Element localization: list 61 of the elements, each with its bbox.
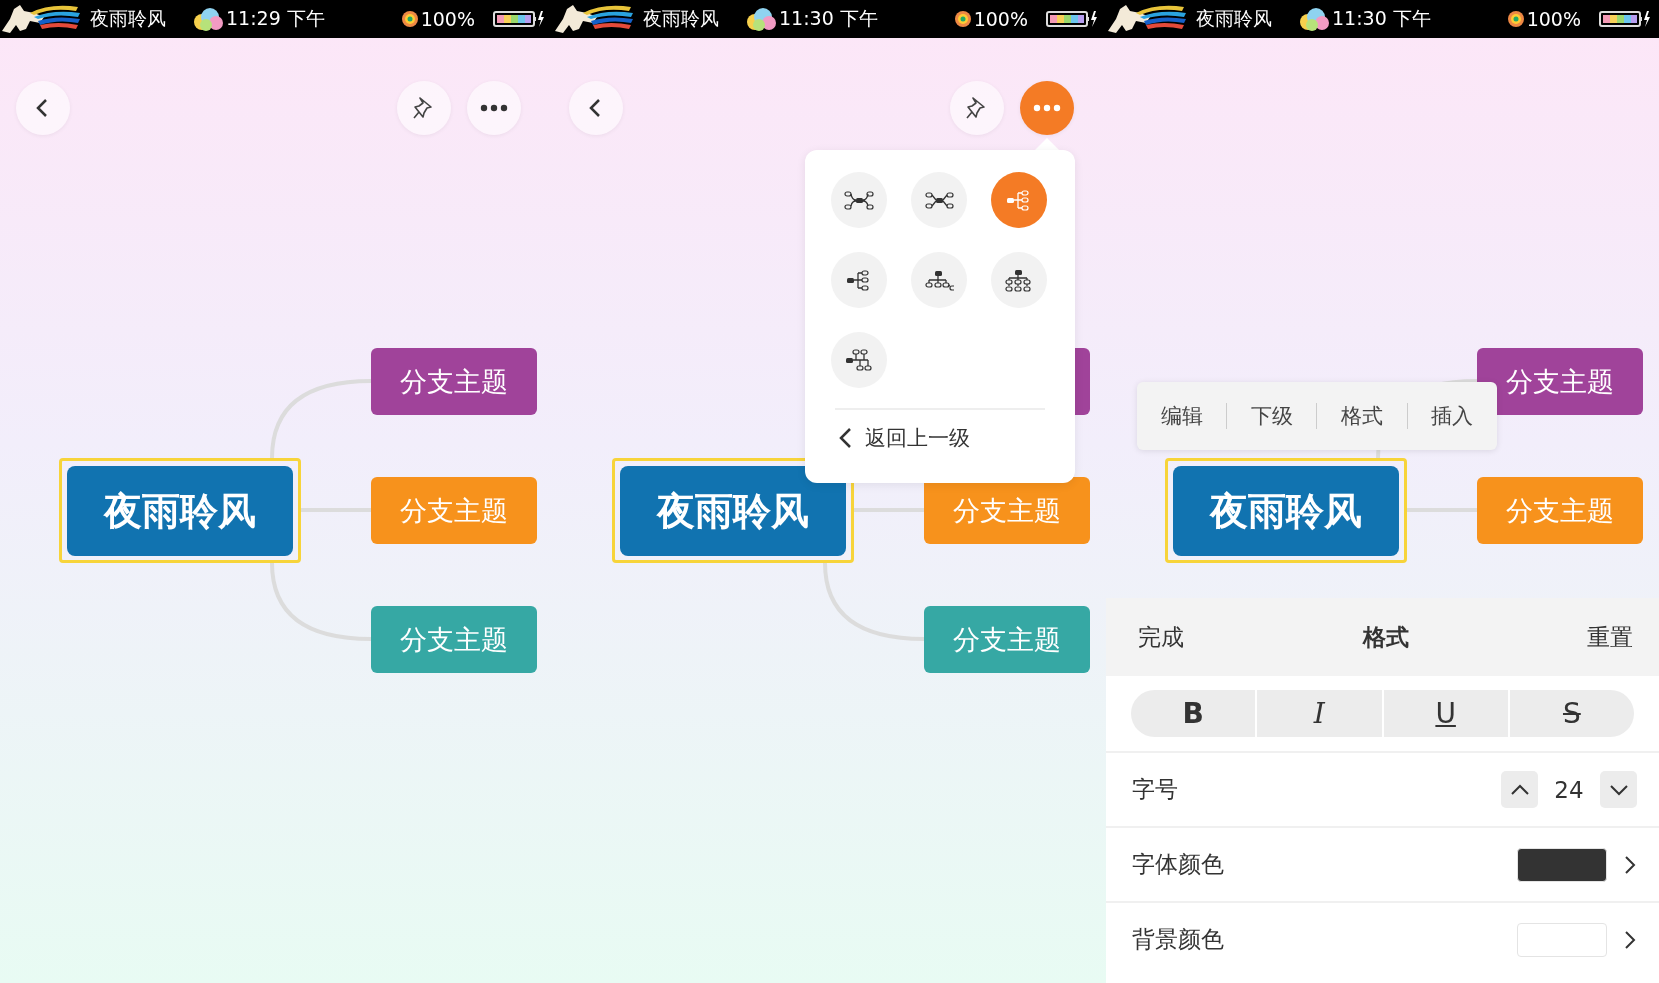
battery-percent: 100% <box>1526 8 1581 30</box>
carrier-name: 夜雨聆风 <box>90 6 166 31</box>
strike-button[interactable]: S <box>1509 690 1634 737</box>
root-topic[interactable]: 夜雨聆风 <box>67 466 293 556</box>
more-icon <box>480 104 508 112</box>
branch-topic[interactable]: 分支主题 <box>371 348 537 415</box>
layout-option[interactable] <box>911 252 967 308</box>
bold-button[interactable]: B <box>1131 690 1256 737</box>
chevron-right-icon[interactable] <box>1623 928 1637 951</box>
clock-time: 11:29 下午 <box>226 6 325 31</box>
battery-icon <box>1599 9 1651 29</box>
menu-item[interactable]: 格式 <box>1333 398 1392 434</box>
chevron-right-icon[interactable] <box>1623 853 1637 876</box>
pin-button[interactable] <box>950 81 1004 135</box>
font-color-label: 字体颜色 <box>1132 850 1225 879</box>
battery-percent: 100% <box>973 8 1028 30</box>
root-topic[interactable]: 夜雨聆风 <box>620 466 846 556</box>
reset-button[interactable]: 重置 <box>1581 617 1639 657</box>
chevron-left-icon <box>837 426 853 450</box>
battery-icon <box>1046 9 1098 29</box>
layout-diagram-icon <box>844 188 874 212</box>
battery-percent: 100% <box>420 8 475 30</box>
chevron-down-icon <box>1608 783 1629 796</box>
underline-button[interactable]: U <box>1383 690 1508 737</box>
layout-option[interactable] <box>911 172 967 228</box>
color-swatch[interactable] <box>1517 847 1607 882</box>
layout-option[interactable] <box>831 252 887 308</box>
more-button[interactable] <box>467 81 521 135</box>
font-size-value: 24 <box>1553 776 1585 803</box>
pin-button[interactable] <box>397 81 451 135</box>
done-button[interactable]: 完成 <box>1132 617 1190 657</box>
layout-diagram-icon <box>844 348 874 372</box>
background-color-label: 背景颜色 <box>1132 925 1225 954</box>
panel-title: 格式 <box>1362 622 1409 652</box>
carrier-name: 夜雨聆风 <box>643 6 719 31</box>
chevron-up-icon <box>1509 783 1530 796</box>
sun-icon <box>400 10 419 28</box>
menu-item[interactable]: 编辑 <box>1152 398 1211 434</box>
cloud-icon <box>745 6 777 32</box>
layout-option[interactable] <box>831 172 887 228</box>
layout-diagram-icon <box>1004 268 1034 292</box>
italic-button[interactable]: I <box>1257 690 1382 737</box>
more-icon <box>1033 104 1061 112</box>
battery-icon <box>493 9 545 29</box>
cloud-icon <box>192 6 224 32</box>
font-size-label: 字号 <box>1132 775 1179 804</box>
menu-item[interactable]: 下级 <box>1242 398 1301 434</box>
clock-time: 11:30 下午 <box>779 6 878 31</box>
increase-button[interactable] <box>1501 771 1538 808</box>
root-topic[interactable]: 夜雨聆风 <box>1173 466 1399 556</box>
cloud-icon <box>1298 6 1330 32</box>
carrier-name: 夜雨聆风 <box>1196 6 1272 31</box>
layout-diagram-icon <box>924 268 954 292</box>
color-swatch[interactable] <box>1517 922 1607 957</box>
decrease-button[interactable] <box>1600 771 1637 808</box>
branch-topic[interactable]: 分支主题 <box>1477 348 1643 415</box>
clock-time: 11:30 下午 <box>1332 6 1431 31</box>
sun-icon <box>953 10 972 28</box>
layout-option[interactable] <box>831 332 887 388</box>
back-link[interactable]: 返回上一级 <box>831 420 976 456</box>
sun-icon <box>1506 10 1525 28</box>
